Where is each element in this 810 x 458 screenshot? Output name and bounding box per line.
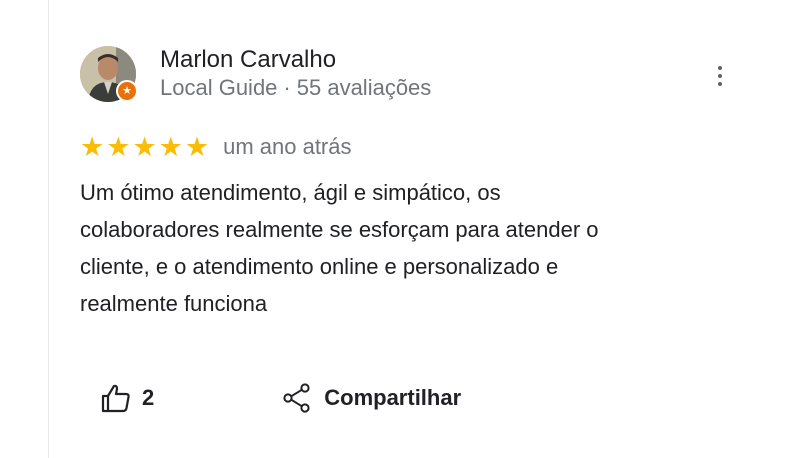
reviewer-meta: Local Guide · 55 avaliações	[160, 74, 431, 102]
review-actions: 2 Compartilhar	[100, 383, 461, 413]
reviewer-name[interactable]: Marlon Carvalho	[160, 46, 431, 74]
star-icon: ★	[132, 131, 157, 163]
review-age: um ano atrás	[223, 134, 352, 159]
review-text-line: colaboradores realmente se esforçam para…	[80, 217, 599, 242]
review-header: ★ Marlon Carvalho Local Guide · 55 avali…	[80, 40, 740, 108]
review-text-line: cliente, e o atendimento online e person…	[80, 254, 559, 279]
more-options-button[interactable]	[708, 60, 732, 92]
meta-separator: ·	[283, 75, 291, 100]
review-text-line: realmente funciona	[80, 291, 268, 316]
avatar[interactable]: ★	[80, 46, 138, 102]
star-icon: ★	[80, 131, 105, 163]
like-button[interactable]: 2	[100, 383, 154, 413]
review-card: ★ Marlon Carvalho Local Guide · 55 avali…	[80, 40, 740, 322]
more-vert-icon	[718, 66, 722, 70]
reviewer-identity: Marlon Carvalho Local Guide · 55 avaliaç…	[160, 46, 431, 102]
star-rating: ★ ★ ★ ★ ★	[80, 134, 209, 161]
thumb-up-icon	[101, 384, 130, 413]
share-label: Compartilhar	[324, 385, 462, 410]
local-guide-star-icon: ★	[116, 80, 138, 102]
share-icon	[283, 383, 310, 413]
star-icon: ★	[184, 131, 210, 163]
star-icon: ★	[158, 131, 183, 163]
review-text: Um ótimo atendimento, ágil e simpático, …	[80, 174, 720, 322]
left-divider	[48, 0, 49, 458]
star-icon: ★	[106, 131, 131, 163]
review-text-line: Um ótimo atendimento, ágil e simpático, …	[80, 180, 501, 205]
like-count: 2	[142, 385, 155, 410]
local-guide-label: Local Guide	[160, 75, 278, 100]
review-count: 55 avaliações	[296, 75, 432, 100]
rating-row: ★ ★ ★ ★ ★ um ano atrás	[80, 132, 740, 162]
share-button[interactable]: Compartilhar	[282, 383, 461, 413]
